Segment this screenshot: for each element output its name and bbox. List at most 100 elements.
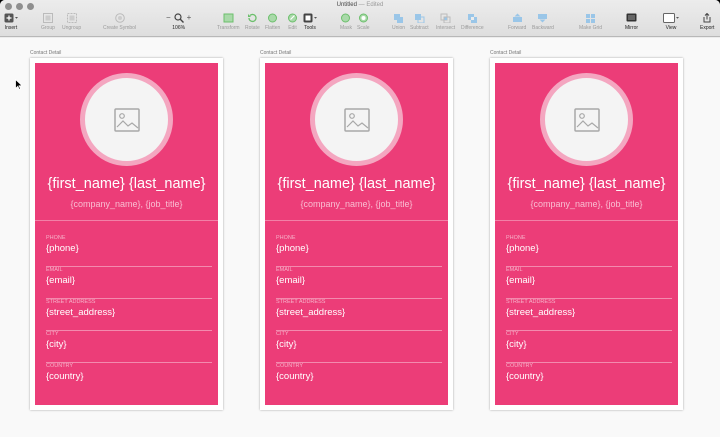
- field-label: COUNTRY: [46, 363, 74, 369]
- field-country: COUNTRY {country}: [276, 363, 442, 395]
- toolbar-label: Insert: [4, 25, 18, 31]
- toolbar-scale-button[interactable]: Scale: [357, 12, 370, 31]
- toolbar-union-button[interactable]: Union: [392, 12, 405, 31]
- transform-icon: [223, 12, 234, 23]
- field-label: STREET ADDRESS: [506, 299, 556, 305]
- document-name: Untitled: [336, 2, 357, 8]
- image-placeholder-icon: [573, 107, 600, 132]
- toolbar-rotate-button[interactable]: Rotate: [245, 12, 260, 31]
- field-value: {phone}: [276, 243, 309, 254]
- toolbar-export-button[interactable]: Export: [700, 12, 714, 31]
- artboard-contact-detail-3[interactable]: {first_name} {last_name} {company_name},…: [490, 58, 683, 410]
- group-icon: [42, 12, 53, 23]
- difference-icon: [467, 12, 478, 23]
- symbol-icon: [114, 12, 125, 23]
- mirror-icon: [626, 12, 637, 23]
- toolbar-label: Export: [700, 25, 715, 31]
- field-label: CITY: [506, 331, 519, 337]
- toolbar-create-symbol-button[interactable]: Create Symbol: [103, 12, 136, 31]
- insert-icon: [4, 12, 18, 23]
- app-window: Untitled — Edited Insert Group Ungroup C…: [0, 0, 720, 437]
- toolbar-zoom-control[interactable]: − + 106%: [166, 12, 191, 31]
- field-city: CITY {city}: [276, 331, 442, 363]
- avatar: [540, 73, 633, 166]
- field-value: {phone}: [46, 243, 79, 254]
- toolbar-label: Rotate: [245, 25, 260, 31]
- artboard-label[interactable]: Contact Detail: [30, 50, 61, 56]
- tools-icon: [303, 12, 317, 23]
- toolbar-difference-button[interactable]: Difference: [461, 12, 484, 31]
- toolbar-tools-menu[interactable]: Tools: [303, 12, 317, 31]
- toolbar-label: Ungroup: [62, 25, 82, 31]
- image-placeholder-icon: [113, 107, 140, 132]
- toolbar-group-button[interactable]: Group: [41, 12, 55, 31]
- toolbar-label: Mask: [340, 25, 352, 31]
- field-city: CITY {city}: [506, 331, 672, 363]
- contact-card: {first_name} {last_name} {company_name},…: [265, 63, 448, 405]
- field-value: {street_address}: [276, 307, 346, 318]
- toolbar-make-grid-button[interactable]: Make Grid: [579, 12, 602, 31]
- forward-icon: [512, 12, 523, 23]
- union-icon: [393, 12, 404, 23]
- toolbar-label: Union: [392, 25, 406, 31]
- toolbar-ungroup-button[interactable]: Ungroup: [62, 12, 81, 31]
- toolbar-label: Scale: [357, 25, 370, 31]
- contact-name: {first_name} {last_name}: [47, 176, 206, 192]
- field-street-address: STREET ADDRESS {street_address}: [46, 299, 212, 331]
- toolbar-mirror-button[interactable]: Mirror: [625, 12, 638, 31]
- toolbar-view-menu[interactable]: View: [663, 12, 679, 31]
- toolbar-label: Create Symbol: [103, 25, 137, 31]
- scale-icon: [358, 12, 369, 23]
- toolbar-edit-button[interactable]: Edit: [287, 12, 298, 31]
- zoom-level: 106%: [172, 25, 186, 31]
- toolbar-forward-button[interactable]: Forward: [508, 12, 526, 31]
- contact-name: {first_name} {last_name}: [277, 176, 436, 192]
- toolbar-label: View: [665, 25, 677, 31]
- toolbar-intersect-button[interactable]: Intersect: [436, 12, 455, 31]
- field-label: EMAIL: [276, 267, 293, 273]
- field-label: CITY: [276, 331, 289, 337]
- field-city: CITY {city}: [46, 331, 212, 363]
- toolbar-label: Group: [41, 25, 55, 31]
- toolbar-label: Edit: [288, 25, 297, 31]
- toolbar-subtract-button[interactable]: Subtract: [410, 12, 429, 31]
- field-label: EMAIL: [46, 267, 63, 273]
- company-job-title: {company_name}, {job_title}: [530, 199, 643, 209]
- zoom-in-button[interactable]: +: [187, 13, 192, 22]
- divider: [35, 220, 218, 221]
- mask-icon: [340, 12, 351, 23]
- field-phone: PHONE {phone}: [506, 235, 672, 267]
- toolbar-label: Mirror: [625, 25, 639, 31]
- toolbar-mask-button[interactable]: Mask: [340, 12, 352, 31]
- company-job-title: {company_name}, {job_title}: [300, 199, 413, 209]
- contact-card: {first_name} {last_name} {company_name},…: [495, 63, 678, 405]
- artboard-label[interactable]: Contact Detail: [490, 50, 521, 56]
- artboard-label[interactable]: Contact Detail: [260, 50, 291, 56]
- field-value: {country}: [46, 371, 84, 382]
- artboard-contact-detail-1[interactable]: {first_name} {last_name} {company_name},…: [30, 58, 223, 410]
- toolbar-flatten-button[interactable]: Flatten: [265, 12, 280, 31]
- toolbar-label: Difference: [461, 25, 484, 31]
- backward-icon: [537, 12, 548, 23]
- avatar: [80, 73, 173, 166]
- contact-name: {first_name} {last_name}: [507, 176, 666, 192]
- zoom-icon: [174, 12, 184, 23]
- divider: [495, 220, 678, 221]
- ungroup-icon: [66, 12, 77, 23]
- toolbar-label: Intersect: [436, 25, 456, 31]
- edited-status: Edited: [366, 2, 384, 8]
- flatten-icon: [267, 12, 278, 23]
- title-bar: Untitled — Edited Insert Group Ungroup C…: [0, 0, 720, 37]
- toolbar-label: Subtract: [410, 25, 429, 31]
- toolbar-backward-button[interactable]: Backward: [532, 12, 554, 31]
- field-label: PHONE: [276, 235, 296, 241]
- toolbar-insert-button[interactable]: Insert: [4, 12, 18, 31]
- zoom-out-button[interactable]: −: [166, 13, 171, 22]
- artboard-contact-detail-2[interactable]: {first_name} {last_name} {company_name},…: [260, 58, 453, 410]
- field-country: COUNTRY {country}: [46, 363, 212, 395]
- canvas[interactable]: Contact Detail {first_name} {last_name} …: [0, 38, 720, 437]
- field-label: STREET ADDRESS: [46, 299, 96, 305]
- toolbar-transform-button[interactable]: Transform: [217, 12, 240, 31]
- field-label: PHONE: [506, 235, 526, 241]
- field-label: COUNTRY: [506, 363, 534, 369]
